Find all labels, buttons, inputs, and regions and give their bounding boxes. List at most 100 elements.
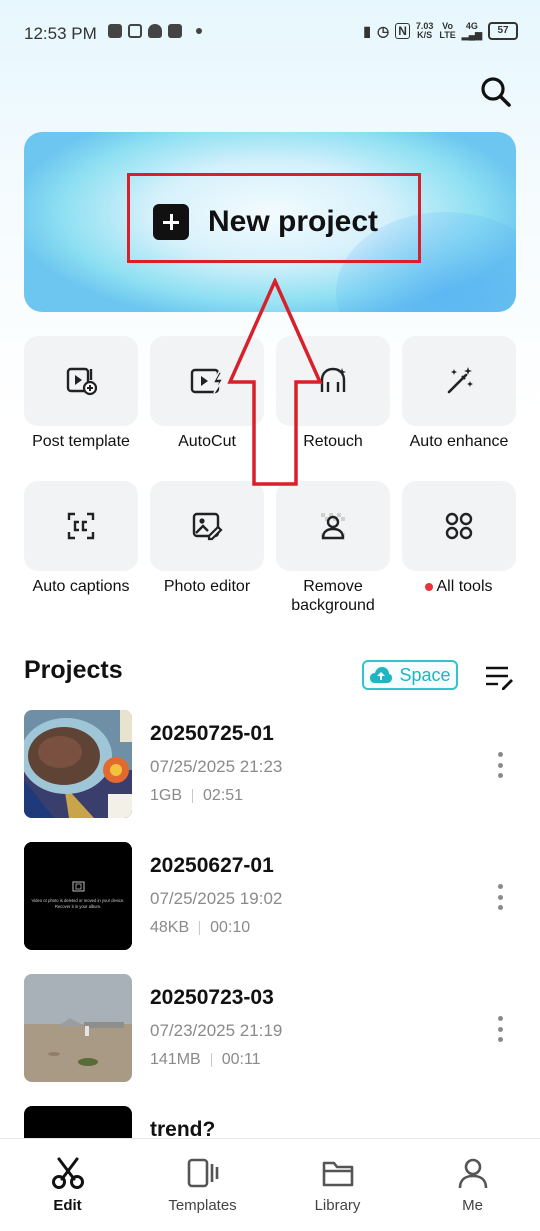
search-button[interactable] [478, 74, 514, 110]
tool-auto-enhance[interactable]: Auto enhance [402, 336, 516, 450]
project-date: 07/25/2025 21:23 [150, 757, 283, 776]
food-photo-thumbnail [24, 710, 132, 818]
tab-label: Me [462, 1197, 483, 1214]
status-bar: 12:53 PM ▮ ◷ N 7.03 K/S Vo LTE 4G ▂▄▆ 57 [0, 0, 540, 66]
signal-indicator: 4G ▂▄▆ [461, 21, 482, 40]
status-indicators: ▮ ◷ N 7.03 K/S Vo LTE 4G ▂▄▆ 57 [363, 22, 518, 40]
status-time: 12:53 PM [24, 24, 97, 43]
search-icon [481, 77, 511, 107]
project-item[interactable]: Video or photo is deleted or moved in yo… [24, 842, 516, 950]
more-notifications-icon [196, 28, 202, 34]
tab-label: Library [314, 1197, 361, 1214]
divider [199, 921, 201, 935]
alarm-icon: ◷ [377, 22, 390, 39]
tool-photo-editor[interactable]: Photo editor [150, 481, 264, 595]
tool-label-all-tools: All tools [392, 577, 526, 596]
divider [192, 789, 194, 803]
person-icon [458, 1158, 487, 1189]
instagram-icon [128, 24, 142, 38]
tool-tile[interactable] [402, 481, 516, 571]
project-name: 20250723-03 [150, 986, 274, 1009]
project-thumbnail[interactable] [24, 710, 132, 818]
tool-tile[interactable] [276, 336, 390, 426]
missing-media-thumbnail: Video or photo is deleted or moved in yo… [24, 842, 132, 950]
volte-indicator: Vo LTE [439, 21, 456, 40]
cloud-upload-icon [370, 667, 393, 683]
app-icon [168, 24, 182, 38]
tab-library[interactable]: Library [270, 1139, 405, 1231]
sort-button[interactable] [484, 664, 514, 690]
tab-label: Templates [168, 1197, 237, 1214]
more-options-button[interactable] [492, 752, 508, 778]
grid-icon [445, 512, 473, 540]
photo-editor-icon [192, 512, 223, 541]
tool-tile[interactable] [276, 481, 390, 571]
tool-label: Photo editor [163, 578, 251, 595]
landscape-photo-thumbnail [24, 974, 132, 1082]
project-meta: 1GB 02:51 [150, 787, 243, 805]
bottom-tab-bar: Edit Templates Library Me [0, 1138, 540, 1231]
plus-icon [153, 204, 189, 240]
tool-tile[interactable] [150, 481, 264, 571]
project-size: 48KB [150, 919, 190, 936]
new-project-label[interactable]: New project [208, 204, 378, 240]
tab-me[interactable]: Me [405, 1139, 540, 1231]
more-options-button[interactable] [492, 1016, 508, 1042]
net-speed: 7.03 K/S [415, 21, 434, 40]
missing-media-text: Recover it in your album. [55, 904, 101, 909]
projects-title: Projects [24, 656, 123, 684]
project-duration: 00:10 [210, 919, 251, 936]
magic-wand-icon [447, 367, 473, 394]
folder-icon [322, 1161, 353, 1187]
scissors-icon [51, 1157, 84, 1189]
vibrate-icon: ▮ [363, 22, 371, 39]
sort-list-icon [486, 666, 513, 690]
tool-label: Retouch [303, 433, 363, 450]
tool-label: Remove background [291, 578, 375, 614]
project-thumbnail[interactable] [24, 974, 132, 1082]
project-date: 07/23/2025 21:19 [150, 1021, 283, 1040]
templates-icon [187, 1158, 218, 1188]
project-thumbnail[interactable]: Video or photo is deleted or moved in yo… [24, 842, 132, 950]
tool-post-template[interactable]: Post template [24, 336, 138, 450]
tool-label: AutoCut [178, 433, 236, 450]
missing-media-text: Video or photo is deleted or moved in yo… [31, 898, 124, 903]
tool-retouch[interactable]: Retouch [276, 336, 390, 450]
space-button[interactable]: Space [362, 660, 458, 690]
project-name: 20250725-01 [150, 722, 274, 745]
project-size: 1GB [150, 787, 183, 804]
project-item[interactable]: 20250723-03 07/23/2025 21:19 141MB 00:11 [24, 974, 516, 1082]
tool-tile[interactable] [402, 336, 516, 426]
tool-label: Auto captions [32, 578, 130, 595]
tab-edit[interactable]: Edit [0, 1139, 135, 1231]
more-options-button[interactable] [492, 884, 508, 910]
remove-background-icon [321, 513, 345, 540]
project-duration: 00:11 [221, 1051, 261, 1068]
captions-icon [67, 512, 95, 540]
project-date: 07/25/2025 19:02 [150, 889, 283, 908]
retouch-icon [320, 367, 346, 392]
autocut-icon [190, 368, 225, 394]
tool-tile[interactable] [24, 481, 138, 571]
tool-tile[interactable] [150, 336, 264, 426]
tool-label: Auto enhance [409, 433, 509, 450]
tool-tile[interactable] [24, 336, 138, 426]
nfc-icon: N [395, 23, 410, 39]
project-meta: 48KB 00:10 [150, 919, 250, 937]
tool-auto-captions[interactable]: Auto captions [24, 481, 138, 595]
new-badge-dot [425, 582, 434, 591]
project-item[interactable]: 20250725-01 07/25/2025 21:23 1GB 02:51 [24, 710, 516, 818]
tool-autocut[interactable]: AutoCut [150, 336, 264, 450]
tool-remove-background[interactable]: Remove background [276, 481, 390, 614]
tab-label: Edit [53, 1197, 82, 1214]
tab-templates[interactable]: Templates [135, 1139, 270, 1231]
tool-label: Post template [32, 433, 130, 450]
tool-all-tools[interactable]: All tools [402, 481, 516, 595]
notification-icons [108, 24, 202, 38]
project-meta: 141MB 00:11 [150, 1051, 261, 1069]
project-name: 20250627-01 [150, 854, 274, 877]
divider [210, 1053, 212, 1067]
project-duration: 02:51 [203, 787, 244, 804]
space-label: Space [399, 664, 451, 685]
battery-icon: 57 [488, 22, 518, 40]
